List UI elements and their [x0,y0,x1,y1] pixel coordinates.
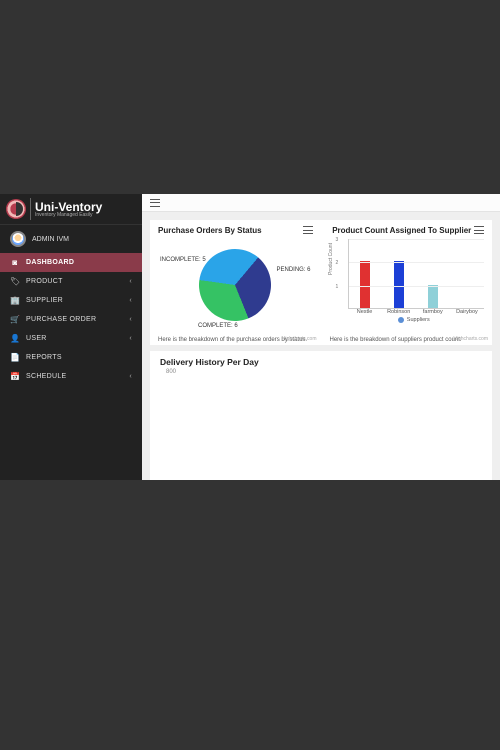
x-tick: farmboy [418,309,448,315]
hamburger-icon[interactable] [150,199,160,207]
sidebar-item-dashboard[interactable]: ◙ DASHBOARD [0,253,142,272]
content: Purchase Orders By Status PENDING: 6 INC… [142,212,500,480]
sidebar-item-label: PRODUCT [26,278,63,285]
sidebar-nav: ◙ DASHBOARD 🏷 PRODUCT ‹ 🏢 SUPPLIER ‹ 🛒 P… [0,253,142,386]
pie-label-pending: PENDING: 6 [276,267,310,273]
x-tick: Robinson [384,309,414,315]
user-row[interactable]: ADMIN IVM [0,225,142,253]
legend-swatch-icon [398,317,404,323]
chart-credit: Highcharts.com [453,336,488,342]
bar-plot-area [348,239,485,309]
card-title: Delivery History Per Day [160,357,482,367]
main-area: Purchase Orders By Status PENDING: 6 INC… [142,194,500,480]
sidebar: Uni-Ventory Inventory Managed Easily ADM… [0,194,142,480]
card-title: Product Count Assigned To Supplier [330,226,475,235]
brand: Uni-Ventory Inventory Managed Easily [0,194,142,225]
user-icon: 👤 [10,334,20,343]
card-delivery-history: Delivery History Per Day 800 [150,351,492,480]
chevron-left-icon: ‹ [129,335,132,342]
chevron-left-icon: ‹ [129,373,132,380]
sidebar-item-label: USER [26,335,47,342]
brand-divider [30,198,31,220]
chevron-left-icon: ‹ [129,297,132,304]
card-purchase-orders-by-status: Purchase Orders By Status PENDING: 6 INC… [150,220,321,345]
card-product-count-by-supplier: Product Count Assigned To Supplier Produ… [321,220,493,345]
tag-icon: 🏷 [10,277,20,286]
user-name: ADMIN IVM [32,236,69,243]
chart-credit: Highcharts.com [282,336,317,342]
y-tick: 1 [336,284,339,290]
sidebar-item-supplier[interactable]: 🏢 SUPPLIER ‹ [0,291,142,310]
document-icon: 📄 [10,353,20,362]
chevron-left-icon: ‹ [129,278,132,285]
brand-logo-icon [6,199,26,219]
card-title: Purchase Orders By Status [158,226,262,235]
y-tick: 2 [336,260,339,266]
sidebar-item-label: DASHBOARD [26,259,74,266]
building-icon: 🏢 [10,296,20,305]
charts-row: Purchase Orders By Status PENDING: 6 INC… [150,220,492,345]
y-tick: 3 [336,237,339,243]
calendar-icon: 📅 [10,372,20,381]
sidebar-item-label: SCHEDULE [26,373,67,380]
pie-graphic [185,234,286,335]
x-tick: Nestle [350,309,380,315]
x-tick: Dairyboy [452,309,482,315]
x-axis-ticks: Nestle Robinson farmboy Dairyboy [348,309,485,315]
sidebar-item-label: SUPPLIER [26,297,63,304]
legend-label: Suppliers [407,317,430,323]
sidebar-item-reports[interactable]: 📄 REPORTS [0,348,142,367]
chart-menu-icon[interactable] [474,226,484,234]
brand-subtitle: Inventory Managed Easily [35,213,102,218]
app-window: Uni-Ventory Inventory Managed Easily ADM… [0,194,500,480]
chart-menu-icon[interactable] [303,226,313,234]
topbar [142,194,500,212]
sidebar-item-schedule[interactable]: 📅 SCHEDULE ‹ [0,367,142,386]
brand-title: Uni-Ventory [35,201,102,213]
bar-legend: Suppliers [344,317,485,323]
chevron-left-icon: ‹ [129,316,132,323]
pie-label-incomplete: INCOMPLETE: 5 [160,257,206,263]
y-tick: 800 [166,369,482,375]
cart-icon: 🛒 [10,315,20,324]
bar-chart: Product Count 1 2 3 Nestle Robinson farmboy D… [330,235,485,335]
dashboard-icon: ◙ [10,258,20,267]
y-axis-title: Product Count [328,243,334,275]
avatar-icon [10,231,26,247]
sidebar-item-label: PURCHASE ORDER [26,316,96,323]
pie-label-complete: COMPLETE: 6 [198,323,238,329]
sidebar-item-user[interactable]: 👤 USER ‹ [0,329,142,348]
pie-chart: PENDING: 6 INCOMPLETE: 5 COMPLETE: 6 [158,235,313,335]
bar-farmboy [428,285,438,308]
sidebar-item-purchase-order[interactable]: 🛒 PURCHASE ORDER ‹ [0,310,142,329]
sidebar-item-label: REPORTS [26,354,62,361]
sidebar-item-product[interactable]: 🏷 PRODUCT ‹ [0,272,142,291]
